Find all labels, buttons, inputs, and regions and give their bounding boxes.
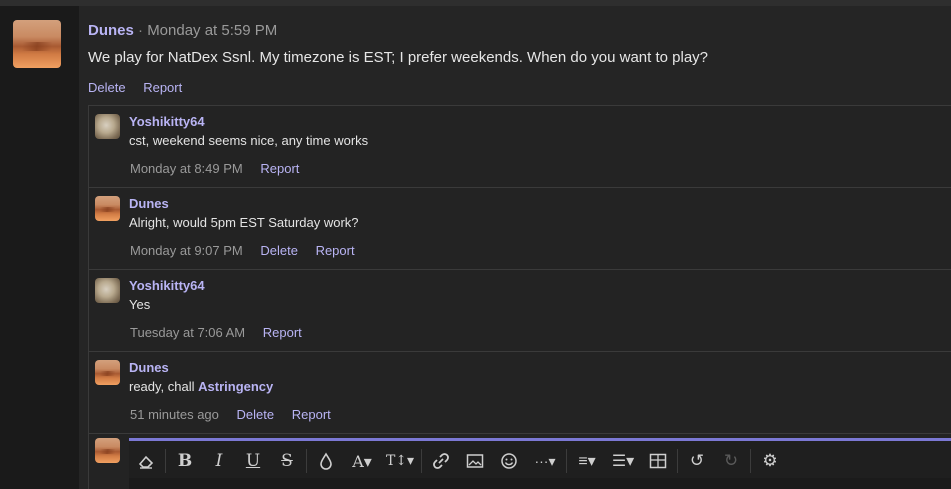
comment-author[interactable]: Dunes: [129, 196, 169, 211]
toolbar-divider: [421, 449, 422, 473]
reply-editor: B I U S A▾ T↕▾ ···▾ ≡▾ ☰▾ ↺ ↻ ⚙: [129, 438, 951, 489]
comment-text: Alright, would 5pm EST Saturday work?: [129, 215, 359, 230]
post-actions: Delete Report: [88, 80, 196, 95]
comment-text: ready, chall Astringency: [129, 379, 273, 394]
toolbar-divider: [677, 449, 678, 473]
link-icon[interactable]: [427, 447, 455, 475]
report-button[interactable]: Report: [143, 80, 182, 95]
comment: Yoshikitty64 Yes Tuesday at 7:06 AM Repo…: [89, 270, 951, 352]
post-message: We play for NatDex Ssnl. My timezone is …: [88, 49, 709, 66]
bold-icon[interactable]: B: [171, 447, 199, 475]
comment-meta: Monday at 9:07 PM Delete Report: [130, 243, 369, 258]
avatar[interactable]: [95, 114, 120, 139]
reply-input[interactable]: [129, 478, 951, 489]
avatar[interactable]: [95, 360, 120, 385]
text-color-icon[interactable]: [312, 447, 340, 475]
avatar[interactable]: [95, 196, 120, 221]
editor-toolbar: B I U S A▾ T↕▾ ···▾ ≡▾ ☰▾ ↺ ↻ ⚙: [129, 444, 787, 478]
post-time[interactable]: Monday at 5:59 PM: [147, 22, 277, 39]
comment-time[interactable]: 51 minutes ago: [130, 407, 219, 422]
comment-meta: Tuesday at 7:06 AM Report: [130, 325, 316, 340]
list-icon[interactable]: ☰▾: [608, 447, 638, 475]
comment-text: cst, weekend seems nice, any time works: [129, 133, 369, 148]
report-button[interactable]: Report: [263, 325, 302, 340]
left-gutter: [0, 6, 79, 489]
clear-formatting-icon[interactable]: [132, 447, 160, 475]
comment: Yoshikitty64 cst, weekend seems nice, an…: [89, 106, 951, 188]
comment-text-body: ready, chall: [129, 379, 199, 394]
toolbar-divider: [566, 449, 567, 473]
comment-time[interactable]: Monday at 8:49 PM: [130, 161, 243, 176]
post-header: Dunes · Monday at 5:59 PM: [88, 22, 277, 39]
delete-button[interactable]: Delete: [237, 407, 275, 422]
comment-thread: Yoshikitty64 cst, weekend seems nice, an…: [88, 105, 951, 489]
delete-button[interactable]: Delete: [88, 80, 126, 95]
comment-meta: 51 minutes ago Delete Report: [130, 407, 345, 422]
comment-time[interactable]: Monday at 9:07 PM: [130, 243, 243, 258]
comment-author[interactable]: Dunes: [129, 360, 169, 375]
font-size-icon[interactable]: T↕▾: [384, 447, 416, 475]
italic-icon[interactable]: I: [205, 447, 233, 475]
toolbar-divider: [306, 449, 307, 473]
report-button[interactable]: Report: [292, 407, 331, 422]
strikethrough-icon[interactable]: S: [273, 447, 301, 475]
comment: Dunes ready, chall Astringency 51 minute…: [89, 352, 951, 434]
comment-text: Yes: [129, 297, 151, 312]
comment-meta: Monday at 8:49 PM Report: [130, 161, 313, 176]
delete-button[interactable]: Delete: [260, 243, 298, 258]
table-icon[interactable]: [644, 447, 672, 475]
more-options-icon[interactable]: ···▾: [529, 447, 561, 475]
comment-time[interactable]: Tuesday at 7:06 AM: [130, 325, 245, 340]
align-icon[interactable]: ≡▾: [572, 447, 602, 475]
avatar[interactable]: [95, 278, 120, 303]
report-button[interactable]: Report: [316, 243, 355, 258]
toolbar-divider: [750, 449, 751, 473]
redo-icon[interactable]: ↻: [717, 447, 745, 475]
avatar: [95, 438, 120, 463]
comment: Dunes Alright, would 5pm EST Saturday wo…: [89, 188, 951, 270]
image-icon[interactable]: [461, 447, 489, 475]
post-separator: ·: [138, 22, 144, 39]
toolbar-divider: [165, 449, 166, 473]
avatar[interactable]: [13, 20, 61, 68]
comment-author[interactable]: Yoshikitty64: [129, 114, 205, 129]
font-family-icon[interactable]: A▾: [346, 447, 378, 475]
report-button[interactable]: Report: [260, 161, 299, 176]
post-author[interactable]: Dunes: [88, 22, 134, 39]
gear-icon[interactable]: ⚙: [756, 447, 784, 475]
emoji-icon[interactable]: [495, 447, 523, 475]
underline-icon[interactable]: U: [239, 447, 267, 475]
mention-link[interactable]: Astringency: [198, 379, 273, 394]
undo-icon[interactable]: ↺: [683, 447, 711, 475]
comment-author[interactable]: Yoshikitty64: [129, 278, 205, 293]
